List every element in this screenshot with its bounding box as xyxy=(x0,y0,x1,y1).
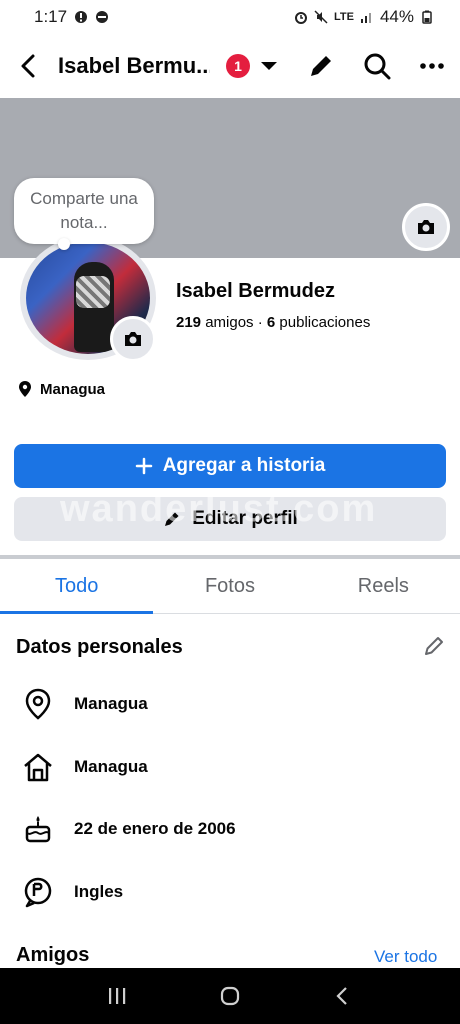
add-story-button[interactable]: Agregar a historia xyxy=(14,444,446,488)
profile-location: Managua xyxy=(18,380,105,398)
back-button-icon[interactable] xyxy=(332,985,354,1007)
note-bubble-tail xyxy=(58,238,70,250)
see-all-friends-link[interactable]: Ver todo xyxy=(374,947,437,967)
nav-title: Isabel Bermu... xyxy=(58,53,210,78)
posts-label: publicaciones xyxy=(279,314,371,331)
friends-label[interactable]: amigos xyxy=(205,314,253,331)
profile-name: Isabel Bermudez xyxy=(176,280,335,302)
edit-pencil-icon[interactable] xyxy=(306,51,336,81)
avatar-camera-button[interactable] xyxy=(110,316,156,362)
section-divider xyxy=(0,555,460,559)
location-pin-icon xyxy=(19,381,31,397)
dnd-icon xyxy=(96,11,109,23)
detail-text: Managua xyxy=(74,757,148,776)
recent-apps-icon[interactable] xyxy=(106,985,128,1007)
stats-separator: · xyxy=(257,314,263,331)
detail-row-hometown: Managua xyxy=(20,749,148,785)
top-nav: Isabel Bermu... 1 xyxy=(0,34,460,98)
profile-stats: 219 amigos · 6 publicaciones xyxy=(176,314,370,331)
more-options-icon[interactable] xyxy=(418,52,446,80)
detail-text: Ingles xyxy=(74,882,124,901)
detail-text: 22 de enero de 2006 xyxy=(74,819,236,838)
detail-row-birthday: 22 de enero de 2006 xyxy=(20,811,236,847)
detail-row-language: Ingles xyxy=(20,874,123,910)
home-icon xyxy=(20,749,56,785)
share-note-bubble[interactable]: Comparte una nota... xyxy=(14,178,154,244)
edit-profile-button[interactable]: Editar perfil xyxy=(14,497,446,541)
camera-icon xyxy=(125,332,141,346)
friends-title: Amigos xyxy=(16,944,90,966)
birthday-cake-icon xyxy=(20,811,56,847)
tab-reels[interactable]: Reels xyxy=(307,560,460,613)
mute-icon xyxy=(314,10,328,24)
notification-dot-icon xyxy=(75,11,88,23)
status-left: 1:17 xyxy=(34,7,109,27)
alarm-icon xyxy=(295,12,307,24)
posts-count: 6 xyxy=(266,314,276,331)
avatar-figure-top xyxy=(76,276,110,308)
language-icon xyxy=(20,874,56,910)
edit-profile-label: Editar perfil xyxy=(192,508,298,529)
network-type: LTE xyxy=(334,11,354,23)
camera-icon xyxy=(418,220,434,234)
tab-todo[interactable]: Todo xyxy=(0,560,154,614)
signal-icon xyxy=(360,13,371,23)
tab-fotos[interactable]: Fotos xyxy=(153,560,306,613)
home-button-icon[interactable] xyxy=(219,985,241,1007)
status-time: 1:17 xyxy=(34,7,68,26)
detail-row-location: Managua xyxy=(20,686,148,722)
chevron-down-icon[interactable] xyxy=(258,55,280,77)
back-arrow-icon[interactable] xyxy=(14,52,42,80)
battery-icon xyxy=(422,10,432,24)
detail-text: Managua xyxy=(74,694,148,713)
location-pin-icon xyxy=(20,686,56,722)
plus-icon xyxy=(135,457,152,475)
battery-percent: 44% xyxy=(379,7,414,26)
nav-actions xyxy=(306,51,446,81)
location-text: Managua xyxy=(40,380,106,398)
search-icon[interactable] xyxy=(362,51,392,81)
profile-tabs: Todo Fotos Reels xyxy=(0,560,460,614)
cover-camera-button[interactable] xyxy=(402,203,450,251)
status-right: LTE 44% xyxy=(294,7,434,27)
edit-details-icon[interactable] xyxy=(422,634,446,658)
friends-count[interactable]: 219 xyxy=(176,314,201,331)
notification-badge[interactable]: 1 xyxy=(226,54,250,78)
add-story-label: Agregar a historia xyxy=(162,455,326,476)
pencil-icon xyxy=(165,512,179,526)
system-nav-bar xyxy=(0,968,460,1024)
status-bar: 1:17 LTE 44% xyxy=(0,0,460,34)
personal-data-title: Datos personales xyxy=(16,636,183,658)
